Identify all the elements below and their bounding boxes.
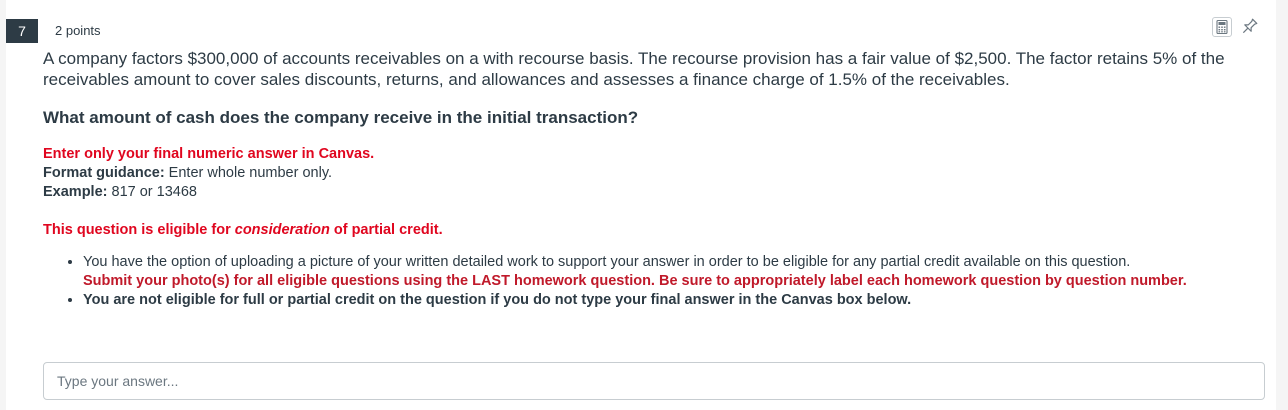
example-label: Example: [43,184,108,200]
partial-credit-emphasis: consideration [234,222,330,238]
question-stem: A company factors $300,000 of accounts r… [43,49,1225,89]
left-rail [0,0,6,410]
enter-only-instruction: Enter only your final numeric answer in … [43,146,375,162]
right-rail [1276,0,1288,410]
example-text: 817 or 13468 [107,184,197,200]
example-line: Example: 817 or 13468 [43,183,1263,202]
bullet-not-eligible: You are not eligible for full or partial… [83,291,1263,310]
pin-icon[interactable] [1238,16,1260,38]
answer-instructions: Enter only your final numeric answer in … [43,145,1263,202]
bullet-upload-highlight: Submit your photo(s) for all eligible qu… [83,273,1187,289]
question-card: 7 2 points A company factors $300,000 of… [0,0,1288,410]
question-prompt: What amount of cash does the company rec… [43,108,639,127]
question-number-badge: 7 [6,19,38,43]
format-guidance-text: Enter whole number only. [164,165,333,181]
calculator-icon[interactable] [1212,17,1232,37]
question-points: 2 points [55,23,101,38]
partial-credit-notice: This question is eligible for considerat… [43,221,1263,240]
partial-credit-bullets: You have the option of uploading a pictu… [43,253,1263,310]
answer-input[interactable] [43,362,1265,400]
format-guidance: Format guidance: Enter whole number only… [43,164,1263,183]
bullet-upload-text: You have the option of uploading a pictu… [83,254,1131,270]
question-content: A company factors $300,000 of accounts r… [43,48,1263,310]
partial-credit-post: of partial credit. [329,222,443,238]
partial-credit-pre: This question is eligible for [43,222,235,238]
format-guidance-label: Format guidance: [43,165,165,181]
bullet-upload-option: You have the option of uploading a pictu… [83,253,1263,291]
